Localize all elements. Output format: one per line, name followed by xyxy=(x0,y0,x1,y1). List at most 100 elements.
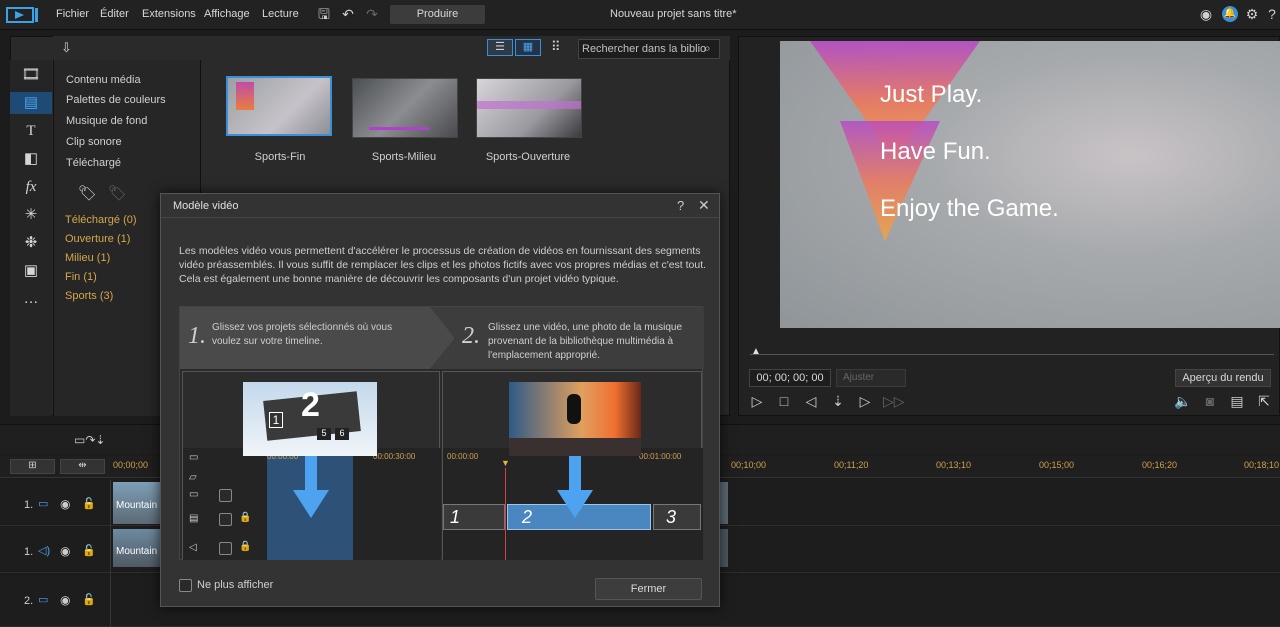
slot-3-label: 3 xyxy=(666,507,677,527)
play-icon[interactable]: ▷ xyxy=(748,393,766,410)
title-icon[interactable]: T xyxy=(18,120,44,142)
clip-name: Mountain xyxy=(116,500,158,511)
snapshot-marker-icon[interactable]: ⇣ xyxy=(829,393,847,410)
step-2-number: 2. xyxy=(462,323,480,349)
stop-icon[interactable]: □ xyxy=(775,393,793,409)
fit-select[interactable]: Ajuster xyxy=(836,369,906,387)
track-manager-icon[interactable]: ⊞ xyxy=(10,459,55,474)
list-view-icon[interactable]: ☰ xyxy=(487,39,513,56)
subtitle-toggle-icon[interactable]: ▤ xyxy=(1228,393,1246,410)
undo-icon[interactable]: ↶ xyxy=(340,6,356,22)
video-template-dialog: Modèle vidéo ? ✕ Les modèles vidéo vous … xyxy=(160,193,720,607)
tag-milieu[interactable]: Milieu (1) xyxy=(65,252,110,264)
preview-scrubber[interactable] xyxy=(750,354,1274,355)
lock-icon[interactable]: 🔓 xyxy=(82,497,96,510)
menu-lecture[interactable]: Lecture xyxy=(262,8,299,20)
close-icon[interactable]: ✕ xyxy=(698,197,710,214)
nav-clip-sonore[interactable]: Clip sonore xyxy=(66,136,122,148)
next-frame-icon[interactable]: ▷ xyxy=(856,393,874,410)
playhead-icon: ▼ xyxy=(501,458,510,468)
redo-icon[interactable]: ↷ xyxy=(364,6,380,22)
storyboard-icon[interactable]: ▭↷⇣ xyxy=(74,433,105,447)
mini-time-b: 00:00:30:00 xyxy=(373,452,416,461)
help-icon[interactable]: ? xyxy=(677,198,684,213)
undock-icon[interactable]: ⇱ xyxy=(1255,393,1273,410)
grid-view-icon[interactable]: ▦ xyxy=(515,39,541,56)
lock-icon[interactable]: 🔓 xyxy=(82,544,96,557)
eye-icon[interactable]: ◉ xyxy=(60,593,70,607)
more-rooms-icon[interactable]: … xyxy=(18,288,44,310)
settings-icon[interactable]: ⚙ xyxy=(1244,6,1260,22)
nav-telecharge[interactable]: Téléchargé xyxy=(66,157,121,169)
dont-show-checkbox[interactable] xyxy=(179,579,192,592)
tag-telecharge[interactable]: Téléchargé (0) xyxy=(65,214,137,226)
ruler-time: 00;15;00 xyxy=(1039,460,1075,470)
thumbnail-sports-fin[interactable] xyxy=(226,76,332,136)
tag-sports[interactable]: Sports (3) xyxy=(65,290,113,302)
mini-time-a: 00:00:00 xyxy=(447,452,479,461)
produce-button[interactable]: Produire xyxy=(390,5,485,24)
template-card: 2 1 5 6 xyxy=(243,382,377,456)
step-2-text: Glissez une vidéo, une photo de la musiq… xyxy=(488,322,683,361)
timecode-display[interactable]: 00; 00; 00; 00 xyxy=(749,369,831,387)
fast-forward-icon[interactable]: ▷▷ xyxy=(883,393,905,410)
slot-2-label: 2 xyxy=(522,507,533,527)
track-header-divider xyxy=(110,480,111,627)
nav-contenu-media[interactable]: Contenu média xyxy=(66,74,141,86)
nav-musique[interactable]: Musique de fond xyxy=(66,115,147,127)
search-icon[interactable]: ⌕ xyxy=(704,41,711,56)
thumb-bar xyxy=(477,101,581,109)
fx-icon[interactable]: fx xyxy=(18,176,44,198)
dialog-description: Les modèles vidéo vous permettent d'accé… xyxy=(179,245,707,285)
thumbnail-sports-milieu[interactable] xyxy=(352,78,458,138)
transition-icon[interactable]: ◧ xyxy=(18,148,44,170)
eye-icon[interactable]: ◉ xyxy=(60,544,70,558)
menu-editer[interactable]: Éditer xyxy=(100,8,129,20)
media-room-icon[interactable]: 🎞 xyxy=(18,64,44,86)
media-photo xyxy=(509,382,641,456)
video-clip-end[interactable] xyxy=(720,482,728,524)
lock-icon[interactable]: 🔓 xyxy=(82,593,96,606)
photo-ground xyxy=(509,438,641,456)
prev-frame-icon[interactable]: ◁ xyxy=(802,393,820,410)
import-icon[interactable]: ⇩ xyxy=(61,40,72,56)
close-button[interactable]: Fermer xyxy=(595,578,702,600)
remove-tag-icon[interactable]: 🏷 xyxy=(108,184,127,202)
volume-icon[interactable]: 🔈 xyxy=(1174,393,1192,410)
pip-icon[interactable]: ✳ xyxy=(18,204,44,226)
particle-icon[interactable]: ❉ xyxy=(18,232,44,254)
menu-extensions[interactable]: Extensions xyxy=(142,8,196,20)
user-icon[interactable]: ◉ xyxy=(1198,6,1214,22)
thumb-bar xyxy=(369,127,429,130)
save-icon[interactable]: 🖫 xyxy=(316,6,332,22)
video-track-icon: ▭ xyxy=(38,594,49,606)
subtitle-icon[interactable]: ▣ xyxy=(18,260,44,282)
render-preview-button[interactable]: Aperçu du rendu xyxy=(1175,369,1271,387)
audio-clip-end[interactable] xyxy=(720,529,728,567)
thumbnail-sports-ouverture[interactable] xyxy=(476,78,582,138)
menu-affichage[interactable]: Affichage xyxy=(204,8,250,20)
templates-icon[interactable]: ▤ xyxy=(18,92,44,114)
arrow-down-icon xyxy=(557,456,593,518)
mini-track-icon: ▭ xyxy=(189,452,199,463)
nav-palettes[interactable]: Palettes de couleurs xyxy=(66,94,166,106)
tag-ouverture[interactable]: Ouverture (1) xyxy=(65,233,130,245)
tag-fin[interactable]: Fin (1) xyxy=(65,271,97,283)
menu-fichier[interactable]: Fichier xyxy=(56,8,89,20)
add-tag-icon[interactable]: 🏷 xyxy=(78,184,97,202)
video-clip[interactable]: Mountain xyxy=(113,482,161,524)
apps-icon[interactable]: ⠿ xyxy=(551,39,561,55)
audio-clip[interactable]: Mountain xyxy=(113,529,161,567)
preview-line-1: Just Play. xyxy=(880,81,983,108)
fit-timeline-icon[interactable]: ⇹ xyxy=(60,459,105,474)
notification-icon[interactable]: 🔔 xyxy=(1222,6,1238,22)
template-big-number: 2 xyxy=(301,386,320,424)
eye-icon[interactable]: ◉ xyxy=(60,497,70,511)
thumbnail-label: Sports-Fin xyxy=(254,151,306,163)
camera-icon[interactable]: ◙ xyxy=(1201,393,1219,409)
more-icon[interactable]: ? xyxy=(1264,6,1280,22)
scrubber-handle-icon[interactable]: ▲ xyxy=(751,346,761,357)
track-number: 2. xyxy=(24,595,34,607)
search-input[interactable]: Rechercher dans la biblio xyxy=(578,39,720,59)
step-1-number: 1. xyxy=(188,323,206,349)
